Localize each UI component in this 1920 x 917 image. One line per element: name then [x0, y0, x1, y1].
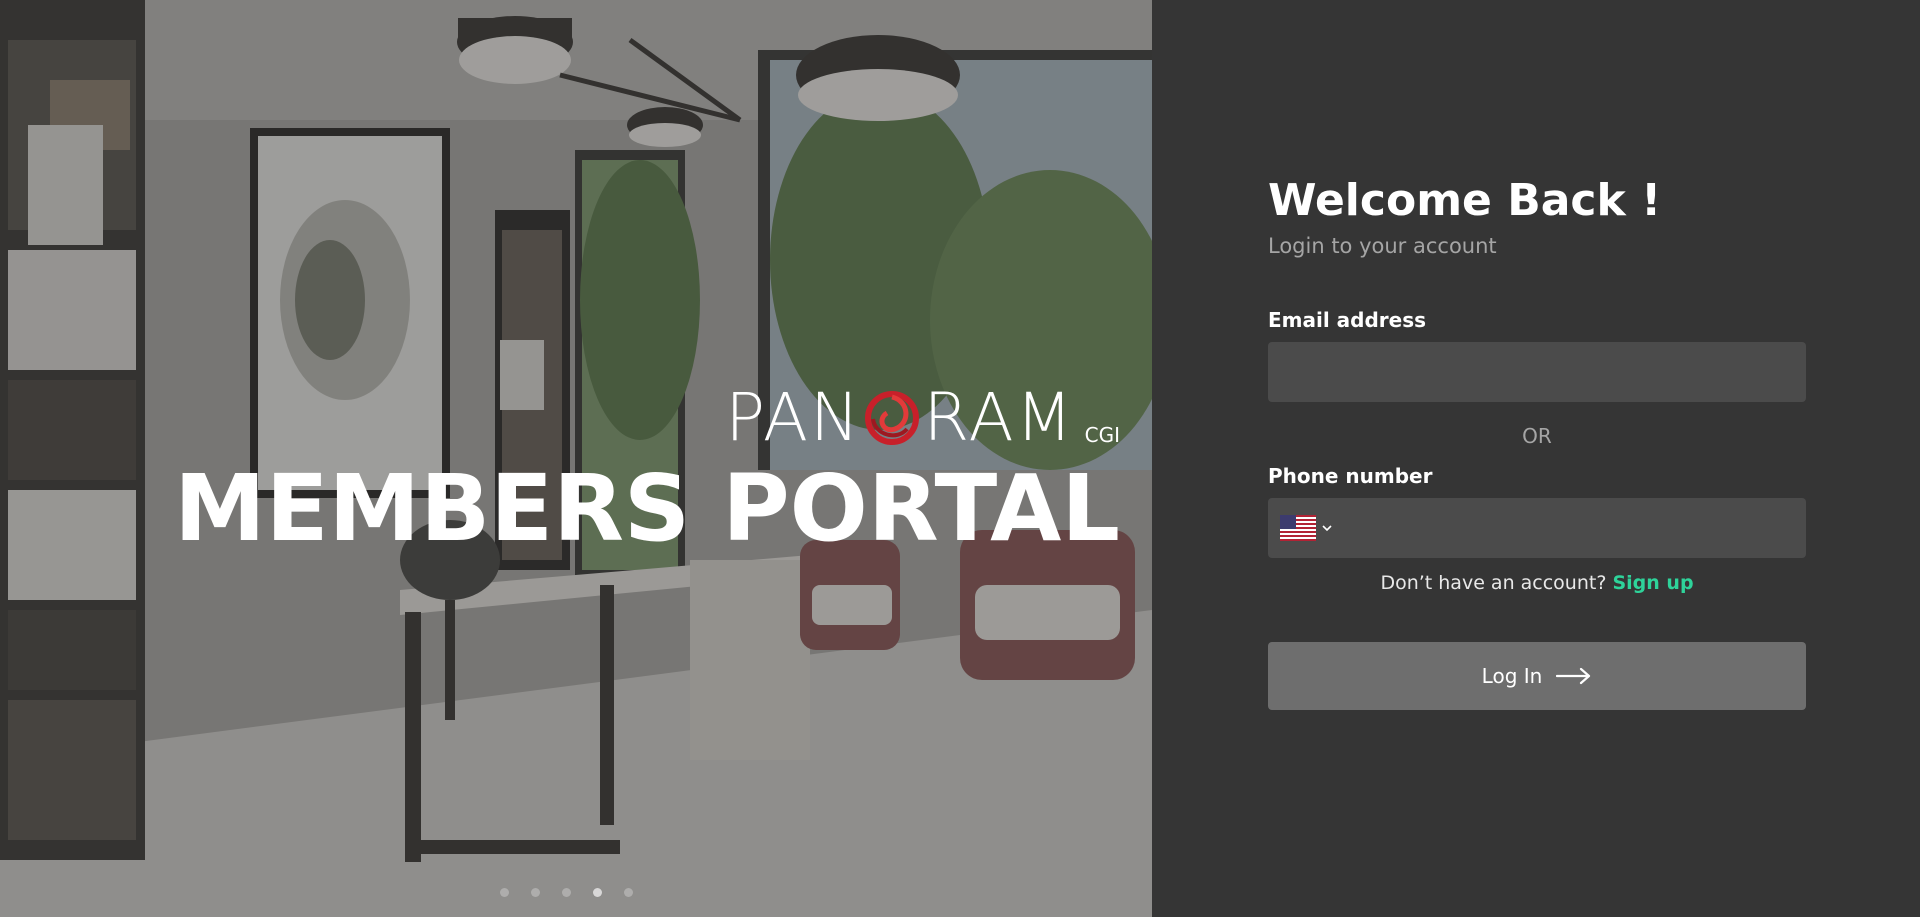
login-subtitle: Login to your account [1268, 234, 1497, 258]
carousel-dot[interactable] [562, 888, 571, 897]
login-button-label: Log In [1481, 664, 1543, 688]
logo-swirl-icon [865, 391, 920, 445]
us-flag-icon [1280, 515, 1316, 541]
hero-image-panel: PAN RAM CGI MEMBERS PORTAL [0, 0, 1152, 917]
phone-label: Phone number [1268, 464, 1433, 488]
login-button[interactable]: Log In [1268, 642, 1806, 710]
phone-field [1268, 497, 1806, 559]
brand-block: PAN RAM CGI MEMBERS PORTAL [174, 385, 1120, 585]
panoram-logo: PAN RAM CGI [725, 385, 1120, 451]
carousel-dot-active[interactable] [593, 888, 602, 897]
signup-line: Don’t have an account? Sign up [1268, 572, 1806, 594]
carousel-dot[interactable] [531, 888, 540, 897]
carousel-indicators [500, 888, 633, 897]
welcome-title: Welcome Back ! [1268, 175, 1662, 226]
or-separator: OR [1522, 424, 1552, 448]
signup-link[interactable]: Sign up [1612, 572, 1693, 594]
phone-input[interactable] [1332, 497, 1806, 559]
email-input[interactable] [1268, 342, 1806, 402]
logo-text-end: RAM [923, 379, 1075, 456]
chevron-down-icon [1322, 525, 1332, 532]
arrow-right-icon [1556, 667, 1591, 685]
email-label: Email address [1268, 308, 1427, 332]
login-panel: Welcome Back ! Login to your account Ema… [1152, 0, 1920, 917]
country-code-select[interactable] [1268, 515, 1332, 541]
logo-suffix: CGI [1084, 423, 1120, 447]
members-portal-heading: MEMBERS PORTAL [174, 455, 1120, 562]
carousel-dot[interactable] [624, 888, 633, 897]
logo-wordmark: PAN RAM [725, 385, 1074, 451]
carousel-dot[interactable] [500, 888, 509, 897]
login-form: Welcome Back ! Login to your account Ema… [1268, 170, 1806, 710]
signup-prompt: Don’t have an account? [1380, 572, 1607, 594]
logo-text-start: PAN [725, 379, 862, 456]
